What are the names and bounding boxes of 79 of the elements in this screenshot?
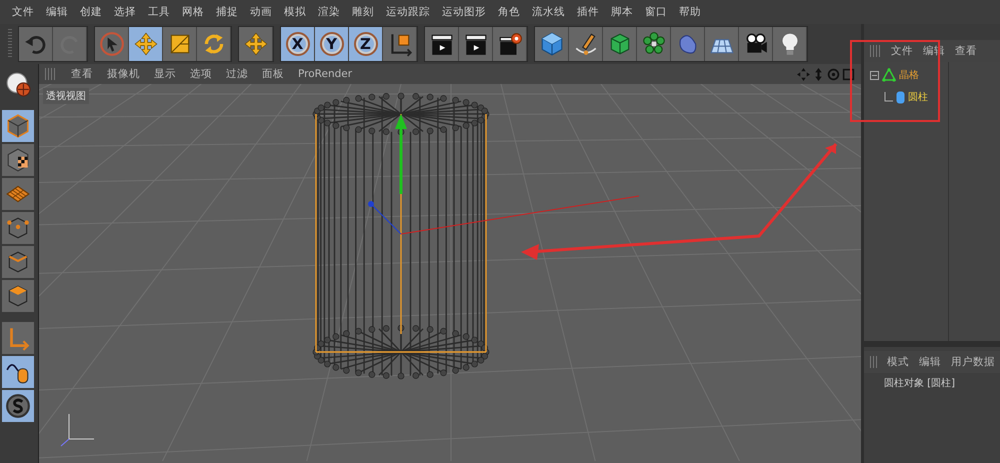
cube-icon bbox=[538, 31, 564, 57]
select-icon bbox=[98, 31, 124, 57]
menu-item[interactable]: 选择 bbox=[108, 5, 142, 19]
camera-tool-button[interactable] bbox=[739, 27, 773, 61]
axis-lock-button[interactable]: X bbox=[281, 27, 315, 61]
pen-tool-button[interactable] bbox=[569, 27, 603, 61]
menu-item[interactable]: 编辑 bbox=[40, 5, 74, 19]
menu-item[interactable]: 角色 bbox=[492, 5, 526, 19]
menu-item[interactable]: 窗口 bbox=[639, 5, 673, 19]
collapse-toggle-icon[interactable] bbox=[870, 70, 879, 80]
maximize-icon[interactable] bbox=[842, 68, 855, 80]
menu-item[interactable]: 工具 bbox=[142, 5, 176, 19]
cube-icon bbox=[5, 113, 31, 139]
axis-indicator bbox=[60, 414, 94, 446]
coord-tool-button[interactable] bbox=[383, 27, 417, 61]
menu-item[interactable]: 插件 bbox=[571, 5, 605, 19]
menu-item[interactable]: 雕刻 bbox=[346, 5, 380, 19]
menu-item[interactable]: 脚本 bbox=[605, 5, 639, 19]
attribute-title: 圆柱对象 [圆柱] bbox=[883, 376, 956, 390]
manager-menu-item[interactable]: 模式 bbox=[882, 355, 914, 369]
cube-tool-button[interactable] bbox=[535, 27, 569, 61]
view-menu-item[interactable]: 摄像机 bbox=[101, 67, 146, 81]
object-name[interactable]: 圆柱 bbox=[908, 90, 928, 104]
cloner-tool-button[interactable] bbox=[637, 27, 671, 61]
light-tool-button[interactable] bbox=[773, 27, 807, 61]
manager-menu-item[interactable]: 文件 bbox=[886, 44, 918, 58]
menu-item[interactable]: 运动跟踪 bbox=[380, 5, 436, 19]
view-menu-item[interactable]: 面板 bbox=[256, 67, 290, 81]
menu-item[interactable]: 动画 bbox=[244, 5, 278, 19]
axis-lock-button[interactable]: Z bbox=[349, 27, 383, 61]
cylinder-object-icon bbox=[896, 90, 905, 104]
manager-menu-item[interactable]: 编辑 bbox=[914, 355, 946, 369]
model-mode-button[interactable] bbox=[2, 110, 34, 142]
tree-branch-line bbox=[884, 92, 893, 102]
edges-mode-button[interactable] bbox=[2, 246, 34, 278]
clapperboard-gear-icon bbox=[496, 31, 522, 57]
tweak-mode-button[interactable] bbox=[2, 356, 34, 388]
move-tool-button[interactable] bbox=[129, 27, 163, 61]
view-menu-item[interactable]: ProRender bbox=[292, 68, 358, 80]
move-icon bbox=[132, 31, 158, 57]
points-mode-button[interactable] bbox=[2, 212, 34, 244]
manager-menu-item[interactable]: 用户数据 bbox=[946, 355, 1000, 369]
menu-item[interactable]: 运动图形 bbox=[436, 5, 492, 19]
manager-menu-item[interactable]: 查看 bbox=[950, 44, 982, 58]
render-tool-button[interactable] bbox=[425, 27, 459, 61]
checker-cube-icon bbox=[5, 147, 31, 173]
menu-item[interactable]: 文件 bbox=[6, 5, 40, 19]
view-menu-item[interactable]: 显示 bbox=[148, 67, 182, 81]
globe-icon bbox=[5, 71, 31, 97]
view-menu-item[interactable]: 选项 bbox=[184, 67, 218, 81]
points-cube-icon bbox=[5, 215, 31, 241]
polygons-mode-button[interactable] bbox=[2, 280, 34, 312]
menu-item[interactable]: 捕捉 bbox=[210, 5, 244, 19]
scale-tool-button[interactable] bbox=[163, 27, 197, 61]
move-icon bbox=[242, 31, 268, 57]
menu-item[interactable]: 流水线 bbox=[526, 5, 571, 19]
render-tool-button[interactable] bbox=[459, 27, 493, 61]
floor-tool-button[interactable] bbox=[705, 27, 739, 61]
object-name[interactable]: 晶格 bbox=[899, 68, 919, 82]
rotate-tool-button[interactable] bbox=[197, 27, 231, 61]
subdivision-tool-button[interactable] bbox=[603, 27, 637, 61]
snap-mode-button[interactable] bbox=[2, 390, 34, 422]
select-tool-button[interactable] bbox=[95, 27, 129, 61]
snap-icon bbox=[5, 393, 31, 419]
view-menu-item[interactable]: 查看 bbox=[65, 67, 99, 81]
view-menu-item[interactable]: 过滤 bbox=[220, 67, 254, 81]
axis-lock-button[interactable]: Y bbox=[315, 27, 349, 61]
panel-grip[interactable] bbox=[870, 45, 882, 57]
menu-item[interactable]: 帮助 bbox=[673, 5, 707, 19]
texture-mode-button[interactable] bbox=[2, 144, 34, 176]
viewport-label: 透视视图 bbox=[43, 88, 89, 104]
menu-item[interactable]: 网格 bbox=[176, 5, 210, 19]
undo-tool-button[interactable] bbox=[19, 27, 53, 61]
lattice-object-icon bbox=[882, 68, 896, 82]
menu-item[interactable]: 渲染 bbox=[312, 5, 346, 19]
menu-item[interactable]: 创建 bbox=[74, 5, 108, 19]
menu-item[interactable]: 模拟 bbox=[278, 5, 312, 19]
render-settings-tool-button[interactable] bbox=[493, 27, 527, 61]
deformer-tool-button[interactable] bbox=[671, 27, 705, 61]
